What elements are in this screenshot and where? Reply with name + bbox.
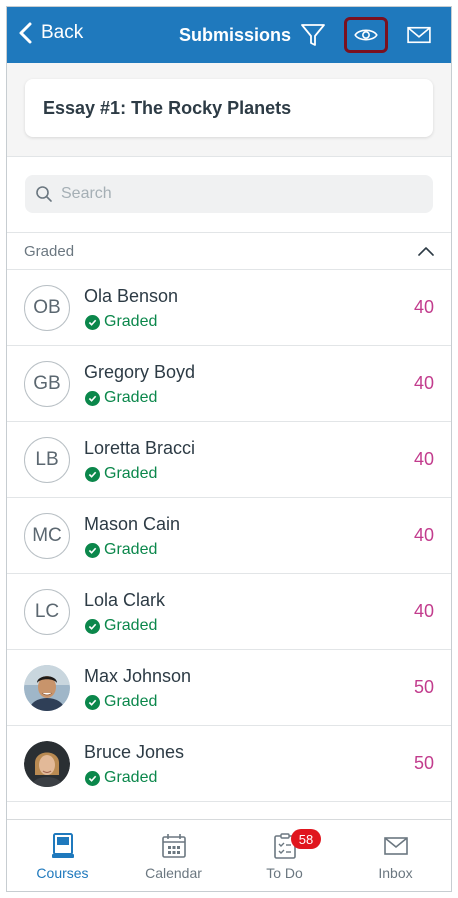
tab-bar: Courses Calendar 58 To Do Inbox — [7, 819, 451, 891]
section-label: Graded — [24, 242, 75, 260]
tab-calendar[interactable]: Calendar — [118, 820, 229, 891]
check-circle-icon — [85, 466, 100, 482]
filter-button[interactable] — [297, 19, 329, 51]
avatar-photo — [24, 741, 70, 787]
courses-icon — [52, 833, 74, 858]
filter-icon — [301, 24, 325, 46]
avatar: LC — [24, 589, 70, 635]
tab-label: To Do — [266, 865, 303, 881]
check-circle-icon — [85, 694, 100, 710]
tab-inbox[interactable]: Inbox — [340, 820, 451, 891]
status-label: Graded — [104, 541, 158, 558]
status-label: Graded — [104, 693, 158, 710]
search-icon — [36, 186, 52, 202]
student-name: Max Johnson — [84, 666, 192, 686]
status-badge: Graded — [85, 389, 157, 407]
score: 40 — [413, 525, 434, 545]
post-policy-button[interactable] — [344, 17, 388, 53]
section-header-graded[interactable]: Graded — [7, 232, 451, 270]
student-name: Gregory Boyd — [84, 362, 196, 382]
avatar-photo — [24, 665, 70, 711]
student-name: Lola Clark — [84, 590, 166, 610]
score: 40 — [413, 449, 434, 469]
page-title: Submissions — [179, 25, 292, 45]
check-circle-icon — [85, 314, 100, 330]
submission-list: OB Ola Benson Graded 40 GB Gregory Boyd … — [7, 270, 451, 802]
avatar: OB — [24, 285, 70, 331]
submission-row[interactable]: MC Mason Cain Graded 40 — [7, 498, 451, 574]
student-name: Ola Benson — [84, 286, 179, 306]
chevron-left-icon — [19, 22, 32, 44]
search-bar[interactable] — [25, 175, 433, 213]
check-circle-icon — [85, 770, 100, 786]
back-label: Back — [41, 22, 84, 43]
todo-count-badge: 58 — [291, 829, 321, 849]
submission-row[interactable]: Max Johnson Graded 50 — [7, 650, 451, 726]
tab-label: Courses — [36, 865, 89, 881]
tab-label: Calendar — [145, 865, 202, 881]
score: 40 — [413, 373, 434, 393]
search-input[interactable] — [61, 185, 401, 203]
status-label: Graded — [104, 389, 158, 406]
status-badge: Graded — [85, 617, 157, 635]
status-badge: Graded — [85, 541, 157, 559]
app-frame: Back Submissions Essay #1: The Rocky Pla… — [6, 6, 452, 892]
tab-todo[interactable]: 58 To Do — [229, 820, 340, 891]
tab-courses[interactable]: Courses — [7, 820, 118, 891]
submission-row[interactable]: GB Gregory Boyd Graded 40 — [7, 346, 451, 422]
eye-icon — [354, 29, 378, 41]
avatar: MC — [24, 513, 70, 559]
assignment-header: Essay #1: The Rocky Planets — [7, 63, 451, 157]
student-name: Loretta Bracci — [84, 438, 196, 458]
student-name: Mason Cain — [84, 514, 181, 534]
chevron-up-icon — [418, 247, 434, 256]
assignment-title-card[interactable]: Essay #1: The Rocky Planets — [25, 79, 433, 137]
calendar-icon — [162, 834, 186, 858]
submission-row[interactable]: LC Lola Clark Graded 40 — [7, 574, 451, 650]
student-name: Bruce Jones — [84, 742, 185, 762]
status-label: Graded — [104, 617, 158, 634]
status-badge: Graded — [85, 693, 157, 711]
status-label: Graded — [104, 465, 158, 482]
avatar: GB — [24, 361, 70, 407]
status-label: Graded — [104, 313, 158, 330]
score: 40 — [413, 297, 434, 317]
avatar: LB — [24, 437, 70, 483]
back-button[interactable]: Back — [17, 21, 83, 45]
inbox-icon — [384, 837, 408, 855]
score: 50 — [413, 677, 434, 697]
check-circle-icon — [85, 542, 100, 558]
submission-row[interactable]: LB Loretta Bracci Graded 40 — [7, 422, 451, 498]
nav-header: Back Submissions — [7, 7, 451, 63]
status-badge: Graded — [85, 769, 157, 787]
check-circle-icon — [85, 618, 100, 634]
check-circle-icon — [85, 390, 100, 406]
mail-icon — [407, 26, 431, 44]
assignment-title: Essay #1: The Rocky Planets — [43, 97, 292, 118]
score: 40 — [413, 601, 434, 621]
status-badge: Graded — [85, 465, 157, 483]
status-label: Graded — [104, 769, 158, 786]
score: 50 — [413, 753, 434, 773]
tab-label: Inbox — [378, 865, 413, 881]
message-students-button[interactable] — [403, 19, 435, 51]
submission-row[interactable]: Bruce Jones Graded 50 — [7, 726, 451, 802]
status-badge: Graded — [85, 313, 157, 331]
submission-row[interactable]: OB Ola Benson Graded 40 — [7, 270, 451, 346]
